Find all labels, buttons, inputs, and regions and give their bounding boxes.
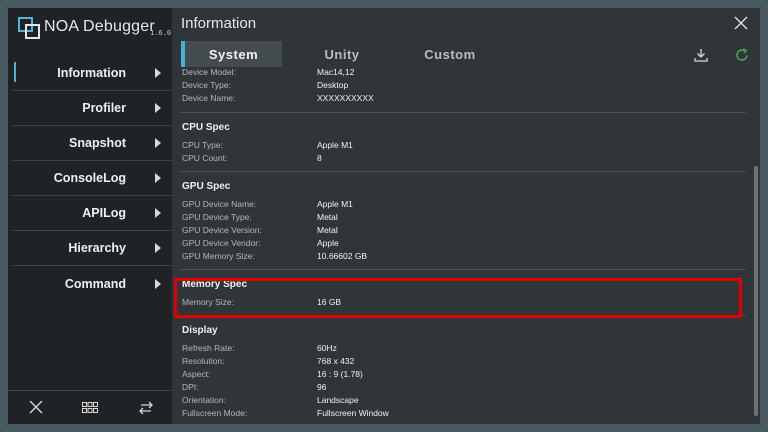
logo-icon [18,17,40,39]
row-label: CPU Type: [182,140,223,150]
sidebar-item-label: ConsoleLog [53,171,126,185]
sidebar-item-apilog[interactable]: APILog [8,196,172,231]
row-label: CPU Count: [182,153,228,163]
chevron-right-icon [155,68,161,78]
row-value: XXXXXXXXXX [317,93,374,103]
sidebar-item-command[interactable]: Command [8,267,172,301]
sidebar-item-information[interactable]: Information [8,56,172,91]
row-value: 768 x 432 [317,356,355,366]
app-name: NOA Debugger [44,18,155,35]
close-icon[interactable] [734,16,748,30]
tab-unity[interactable]: Unity [294,41,390,67]
chevron-right-icon [155,103,161,113]
row-value: Metal [317,212,338,222]
info-content[interactable]: Device Model: Mac14,12 Device Type: Desk… [172,68,750,424]
row-value: Desktop [317,80,349,90]
sidebar-item-label: Command [64,277,126,291]
row-label: Orientation: [182,395,226,405]
row-value: 96 [317,382,327,392]
row-value: Fullscreen Window [317,408,389,418]
chevron-right-icon [155,279,161,289]
chevron-right-icon [155,208,161,218]
row-label: GPU Device Version: [182,225,262,235]
refresh-icon[interactable] [735,48,749,62]
section-title-gpu: GPU Spec [182,181,231,192]
row-label: Device Name: [182,93,236,103]
sidebar-item-hierarchy[interactable]: Hierarchy [8,231,172,266]
row-value: 60Hz [317,343,337,353]
divider [180,171,746,172]
row-label: Refresh Rate: [182,343,235,353]
row-label: Device Type: [182,80,231,90]
main-panel: Information System Unity Custom Device M… [172,8,760,424]
sidebar-item-profiler[interactable]: Profiler [8,91,172,126]
row-label: GPU Device Type: [182,212,252,222]
sidebar-item-label: APILog [82,206,126,220]
row-value: 8 [317,153,322,163]
swap-arrows-icon[interactable] [138,401,154,415]
chevron-right-icon [155,173,161,183]
section-title-cpu: CPU Spec [182,122,230,133]
grid-icon[interactable] [82,401,98,415]
sidebar-item-snapshot[interactable]: Snapshot [8,126,172,161]
row-label: Fullscreen Mode: [182,408,248,418]
tab-bar: System Unity Custom [172,40,760,68]
close-icon[interactable] [28,401,44,415]
sidebar-item-consolelog[interactable]: ConsoleLog [8,161,172,196]
divider [12,265,172,266]
sidebar-item-label: Profiler [82,101,126,115]
main-header: Information [172,8,760,40]
scrollbar[interactable] [754,166,758,416]
row-value: Apple M1 [317,140,353,150]
row-label: GPU Device Name: [182,199,257,209]
divider [180,112,746,113]
app-logo: NOA Debugger 1.6.0 [8,8,172,48]
sidebar-item-label: Information [57,66,126,80]
divider [180,269,746,270]
section-title-display: Display [182,325,218,336]
tab-custom[interactable]: Custom [402,41,498,67]
row-value: Apple [317,238,339,248]
memory-spec-highlight [174,278,742,318]
row-label: Aspect: [182,369,211,379]
row-label: GPU Memory Size: [182,251,255,261]
sidebar-item-label: Snapshot [69,136,126,150]
row-value: Apple M1 [317,199,353,209]
page-title: Information [181,15,257,32]
app-version: 1.6.0 [150,29,172,37]
sidebar-footer [8,390,172,424]
download-icon[interactable] [694,48,708,62]
row-label: Device Model: [182,68,236,77]
row-value: 10.66602 GB [317,251,368,261]
sidebar: NOA Debugger 1.6.0 Information Profiler … [8,8,172,424]
row-label: Resolution: [182,356,225,366]
row-value: 16 : 9 (1.78) [317,369,363,379]
active-indicator [14,62,16,82]
tab-system[interactable]: System [185,41,282,67]
row-value: Metal [317,225,338,235]
sidebar-item-label: Hierarchy [68,241,126,255]
chevron-right-icon [155,138,161,148]
row-label: GPU Device Vendor: [182,238,261,248]
row-label: DPI: [182,382,199,392]
row-value: Landscape [317,395,359,405]
row-value: Mac14,12 [317,68,355,77]
chevron-right-icon [155,243,161,253]
